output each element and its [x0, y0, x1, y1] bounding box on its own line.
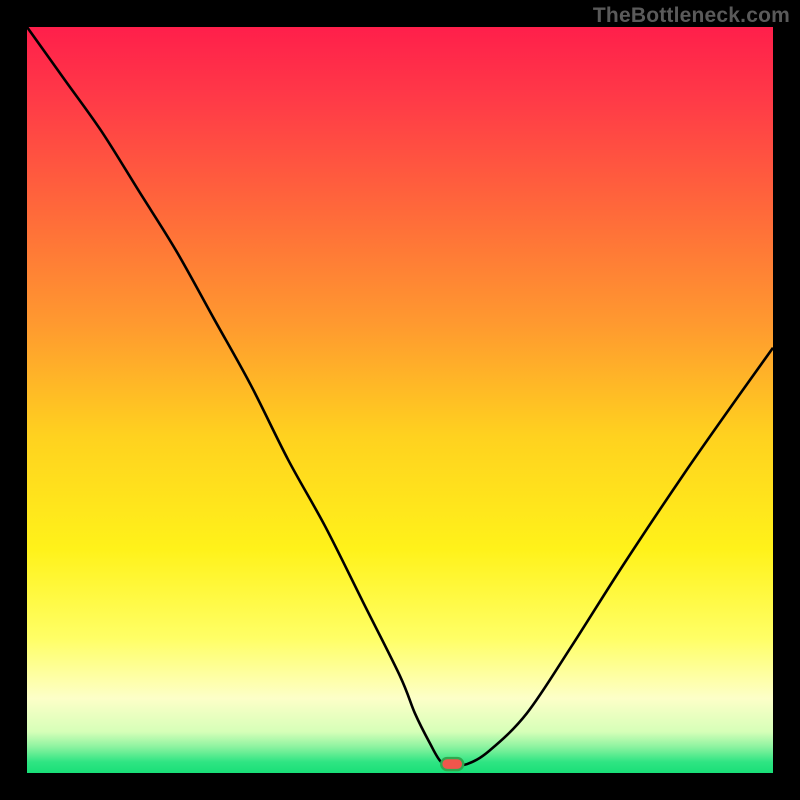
plot-area — [27, 27, 773, 773]
optimum-marker — [441, 758, 463, 770]
chart-frame: TheBottleneck.com — [0, 0, 800, 800]
watermark-text: TheBottleneck.com — [593, 4, 790, 28]
gradient-background — [27, 27, 773, 773]
chart-svg — [27, 27, 773, 773]
